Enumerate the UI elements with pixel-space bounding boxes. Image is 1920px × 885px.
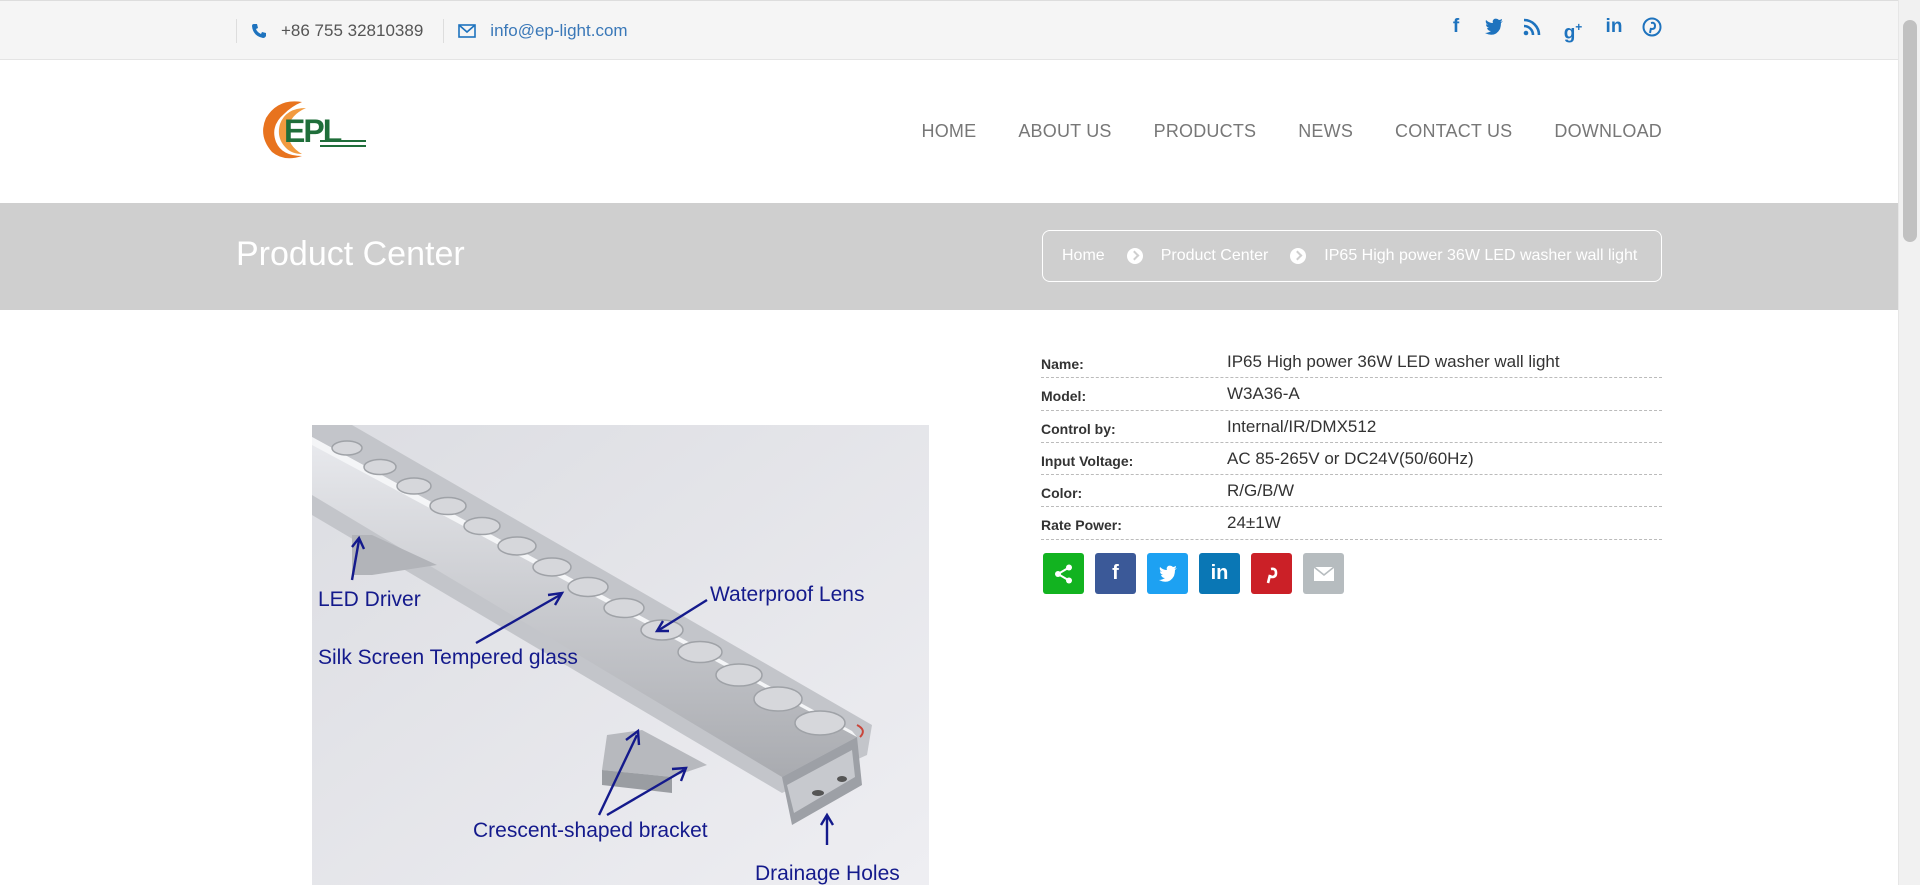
label-silk-screen: Silk Screen Tempered glass <box>318 646 578 669</box>
top-bar: +86 755 32810389 info@ep-light.com f g+ … <box>0 0 1898 60</box>
social-links: f g+ in <box>1446 15 1662 43</box>
scrollbar-thumb[interactable] <box>1903 20 1917 242</box>
page-title: Product Center <box>236 235 465 273</box>
share-buttons: f in <box>1043 553 1344 594</box>
spec-label: Model: <box>1041 388 1087 405</box>
nav-about-us[interactable]: ABOUT US <box>1018 121 1111 142</box>
label-bracket: Crescent-shaped bracket <box>473 819 708 842</box>
arrow-right-icon <box>1290 248 1307 264</box>
divider <box>236 19 237 43</box>
spec-value: IP65 High power 36W LED washer wall ligh… <box>1227 352 1560 371</box>
twitter-icon[interactable] <box>1147 553 1188 594</box>
nav-home[interactable]: HOME <box>922 121 977 142</box>
spec-row-color: Color: R/G/B/W <box>1041 475 1662 508</box>
svg-text:EPL: EPL <box>284 113 342 149</box>
breadcrumb: Home Product Center IP65 High power 36W … <box>1042 230 1662 282</box>
spec-row-voltage: Input Voltage: AC 85-265V or DC24V(50/60… <box>1041 443 1662 476</box>
nav-news[interactable]: NEWS <box>1298 121 1353 142</box>
spec-value: 24±1W <box>1227 513 1281 533</box>
linkedin-icon[interactable]: in <box>1604 15 1624 39</box>
nav-products[interactable]: PRODUCTS <box>1154 121 1257 142</box>
facebook-icon[interactable]: f <box>1446 15 1466 39</box>
breadcrumb-current: IP65 High power 36W LED washer wall ligh… <box>1324 247 1638 264</box>
pinterest-icon[interactable] <box>1642 15 1662 39</box>
label-waterproof-lens: Waterproof Lens <box>710 583 864 606</box>
pinterest-icon[interactable] <box>1251 553 1292 594</box>
linkedin-icon[interactable]: in <box>1199 553 1240 594</box>
spec-row-name: Name: IP65 High power 36W LED washer wal… <box>1041 346 1662 379</box>
site-header: EPL HOME ABOUT US PRODUCTS NEWS CONTACT … <box>0 60 1898 203</box>
phone-icon <box>252 24 266 38</box>
spec-value: AC 85-265V or DC24V(50/60Hz) <box>1227 448 1474 468</box>
product-image[interactable]: LED Driver Waterproof Lens Silk Screen T… <box>312 425 929 885</box>
google-plus-icon[interactable]: g+ <box>1560 15 1586 43</box>
nav-contact-us[interactable]: CONTACT US <box>1395 121 1512 142</box>
spec-label: Name: <box>1041 356 1084 372</box>
spec-label: Input Voltage: <box>1041 452 1134 469</box>
twitter-icon[interactable] <box>1484 15 1504 39</box>
product-specs: Name: IP65 High power 36W LED washer wal… <box>1041 346 1662 540</box>
spec-label: Control by: <box>1041 420 1116 437</box>
spec-row-control: Control by: Internal/IR/DMX512 <box>1041 411 1662 443</box>
envelope-icon <box>458 24 477 38</box>
phone-number: +86 755 32810389 <box>281 21 424 40</box>
breadcrumb-product-center[interactable]: Product Center <box>1161 247 1269 265</box>
spec-row-power: Rate Power: 24±1W <box>1041 507 1662 540</box>
label-drainage-holes: Drainage Holes <box>755 862 900 885</box>
contact-info: +86 755 32810389 info@ep-light.com <box>236 1 648 61</box>
email-item[interactable]: info@ep-light.com <box>458 21 628 41</box>
main-nav: HOME ABOUT US PRODUCTS NEWS CONTACT US D… <box>922 60 1662 203</box>
spec-label: Rate Power: <box>1041 517 1122 534</box>
page-banner: Product Center Home Product Center IP65 … <box>0 203 1898 310</box>
page-scrollbar[interactable] <box>1898 0 1920 885</box>
arrow-right-icon <box>1126 248 1143 264</box>
email-icon[interactable] <box>1303 553 1344 594</box>
rss-icon[interactable] <box>1522 15 1542 39</box>
spec-label: Color: <box>1041 485 1083 502</box>
spec-value: W3A36-A <box>1227 384 1300 404</box>
spec-value: Internal/IR/DMX512 <box>1227 416 1377 436</box>
email-link[interactable]: info@ep-light.com <box>490 21 627 41</box>
spec-row-model: Model: W3A36-A <box>1041 378 1662 411</box>
page: +86 755 32810389 info@ep-light.com f g+ … <box>0 0 1920 885</box>
share-icon[interactable] <box>1043 553 1084 594</box>
divider <box>443 19 445 43</box>
spec-value: R/G/B/W <box>1227 481 1295 501</box>
breadcrumb-home[interactable]: Home <box>1062 247 1105 265</box>
nav-download[interactable]: DOWNLOAD <box>1554 121 1662 142</box>
phone-item: +86 755 32810389 <box>251 21 423 41</box>
facebook-icon[interactable]: f <box>1095 553 1136 594</box>
label-led-driver: LED Driver <box>318 588 421 611</box>
site-logo[interactable]: EPL <box>258 96 370 162</box>
